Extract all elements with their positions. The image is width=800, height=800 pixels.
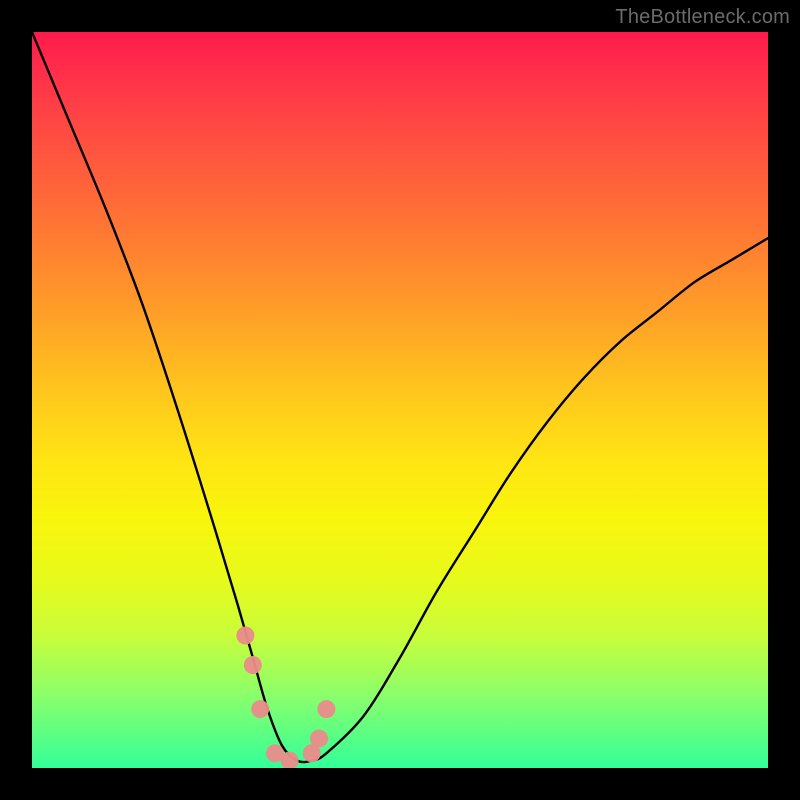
marker-dot	[236, 627, 254, 645]
chart-frame: TheBottleneck.com	[0, 0, 800, 800]
plot-svg	[32, 32, 768, 768]
curve-group	[32, 32, 768, 762]
marker-dot	[251, 700, 269, 718]
watermark-text: TheBottleneck.com	[615, 6, 790, 29]
marker-dot	[244, 656, 262, 674]
marker-dot	[310, 730, 328, 748]
plot-area	[32, 32, 768, 768]
marker-dot	[317, 700, 335, 718]
bottleneck-curve	[32, 32, 768, 762]
